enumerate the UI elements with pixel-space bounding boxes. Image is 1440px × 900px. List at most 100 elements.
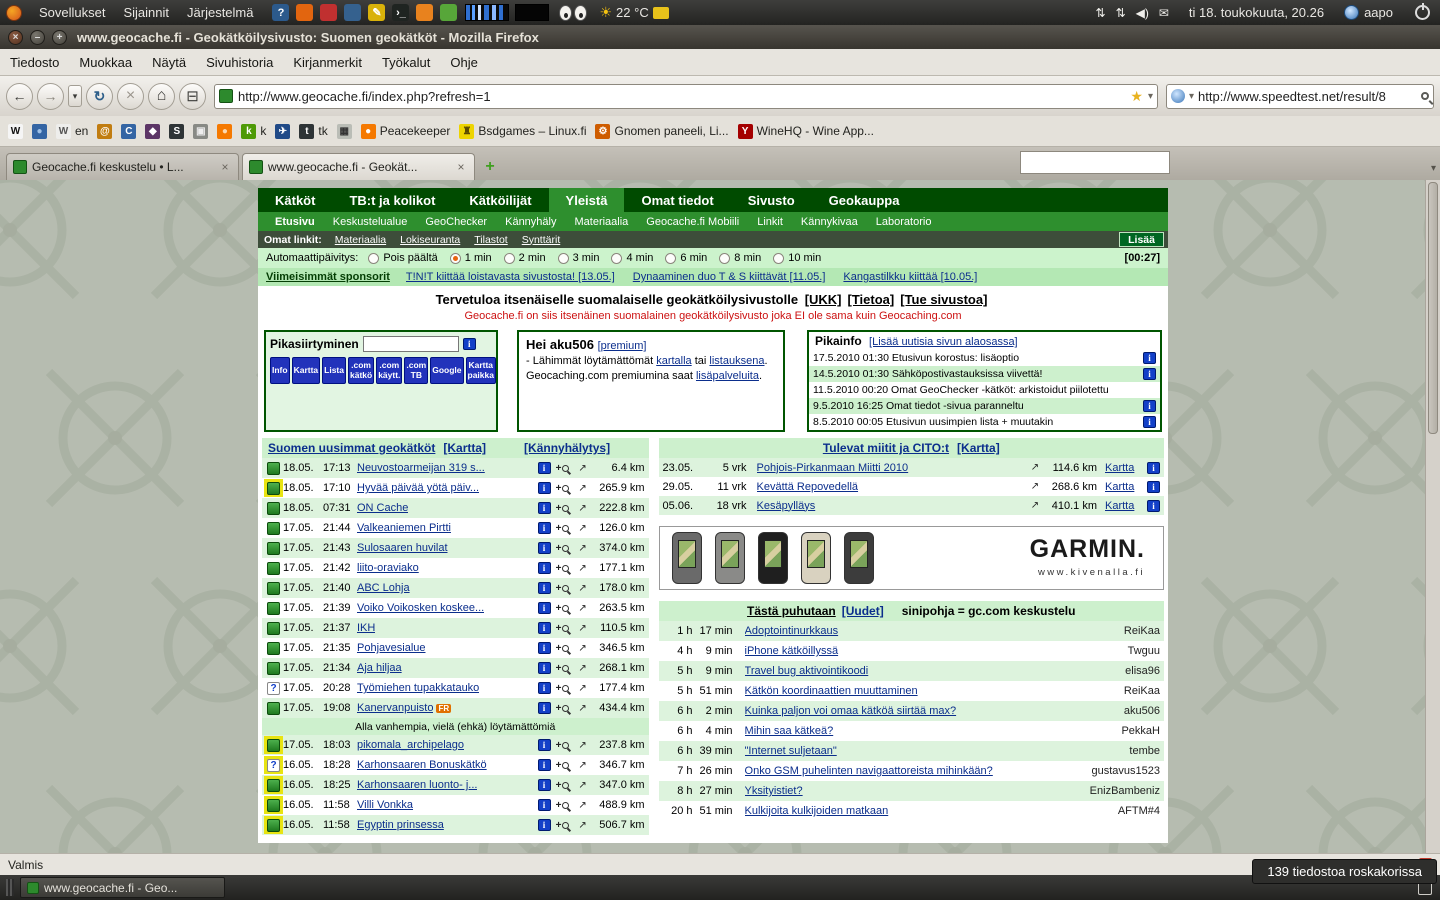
quickjump-button[interactable]: Info bbox=[270, 357, 290, 384]
forward-button[interactable] bbox=[37, 83, 64, 110]
newest-caches-map-link[interactable]: [Kartta] bbox=[443, 441, 486, 455]
page-top-input[interactable] bbox=[1020, 151, 1170, 174]
weather-applet[interactable]: ☀ 22 °C bbox=[599, 4, 668, 21]
search-bar[interactable]: ▾ bbox=[1166, 84, 1434, 109]
forum-title[interactable]: Tästä puhutaan bbox=[747, 604, 836, 618]
search-engine-icon[interactable] bbox=[1171, 89, 1185, 103]
history-dropdown[interactable]: ▾ bbox=[68, 85, 82, 107]
cache-name-link[interactable]: ABC Lohja bbox=[357, 582, 410, 594]
sub-nav-item[interactable]: Kännykivaa bbox=[792, 216, 867, 228]
autoupdate-radio[interactable]: 3 min bbox=[558, 252, 600, 264]
menu-item[interactable]: Muokkaa bbox=[69, 49, 142, 75]
sub-nav-item[interactable]: Keskustelualue bbox=[324, 216, 417, 228]
search-input[interactable] bbox=[1198, 89, 1417, 104]
more-news-link[interactable]: [Lisää uutisia sivun alaosassa] bbox=[869, 336, 1018, 348]
url-dropdown-icon[interactable]: ▾ bbox=[1148, 91, 1153, 102]
quickjump-button[interactable]: .com TB bbox=[404, 357, 428, 384]
sub-nav-item[interactable]: Laboratorio bbox=[867, 216, 941, 228]
forum-topic-link[interactable]: "Internet suljetaan" bbox=[745, 745, 837, 757]
reload-button[interactable] bbox=[86, 83, 113, 110]
vertical-scrollbar[interactable] bbox=[1425, 180, 1440, 853]
home-button[interactable] bbox=[148, 83, 175, 110]
cache-name-link[interactable]: pikomala_archipelago bbox=[357, 739, 464, 751]
map-link[interactable]: kartalla bbox=[656, 355, 691, 367]
cache-name-link[interactable]: Hyvää päivää yötä päiv... bbox=[357, 482, 479, 494]
launcher-icon[interactable] bbox=[440, 4, 457, 21]
bookmark-item[interactable]: Y WineHQ - Wine App... bbox=[738, 124, 874, 139]
task-window-button[interactable]: www.geocache.fi - Geo... bbox=[20, 877, 225, 898]
watch-add-icon[interactable] bbox=[551, 463, 575, 474]
sub-nav-item[interactable]: Materiaalia bbox=[565, 216, 637, 228]
radio-icon[interactable] bbox=[611, 253, 622, 264]
radio-icon[interactable] bbox=[719, 253, 730, 264]
cache-info-button[interactable] bbox=[538, 662, 551, 674]
watch-add-icon[interactable] bbox=[551, 503, 575, 514]
autoupdate-radio[interactable]: 2 min bbox=[504, 252, 546, 264]
cache-info-button[interactable] bbox=[538, 779, 551, 791]
forum-topic-link[interactable]: Adoptointinurkkaus bbox=[745, 625, 839, 637]
ubuntu-logo-icon[interactable] bbox=[6, 5, 22, 21]
autoupdate-radio[interactable]: 8 min bbox=[719, 252, 761, 264]
cache-name-link[interactable]: Aja hiljaa bbox=[357, 662, 402, 674]
watch-add-icon[interactable] bbox=[551, 523, 575, 534]
sub-nav-item[interactable]: Geocache.fi Mobiili bbox=[637, 216, 748, 228]
launcher-icon[interactable]: ›_ bbox=[392, 4, 409, 21]
forum-topic-link[interactable]: Yksityistiet? bbox=[745, 785, 803, 797]
forum-topic-link[interactable]: Kuinka paljon voi omaa kätköä siirtää ma… bbox=[745, 705, 957, 717]
minimize-window-button[interactable]: – bbox=[30, 30, 45, 45]
bookmark-item[interactable]: @ bbox=[97, 124, 112, 139]
bookmark-item[interactable]: ● bbox=[217, 124, 232, 139]
cache-name-link[interactable]: Työmiehen tupakkatauko bbox=[357, 682, 479, 694]
cache-name-link[interactable]: Pohjavesialue bbox=[357, 642, 426, 654]
forum-topic-link[interactable]: Kätkön koordinaattien muuttaminen bbox=[745, 685, 918, 697]
bookmark-item[interactable]: C bbox=[121, 124, 136, 139]
cache-name-link[interactable]: liito-oraviako bbox=[357, 562, 419, 574]
bookmark-item[interactable]: ● bbox=[32, 124, 47, 139]
menu-item[interactable]: Näytä bbox=[142, 49, 196, 75]
sponsor-link[interactable]: Dynaaminen duo T & S kiittävät [11.05.] bbox=[633, 271, 826, 283]
url-input[interactable] bbox=[238, 89, 1125, 104]
newest-caches-title-link[interactable]: Suomen uusimmat geokätköt bbox=[268, 441, 435, 455]
bookmark-item[interactable]: ● Peacekeeper bbox=[361, 124, 451, 139]
radio-icon[interactable] bbox=[665, 253, 676, 264]
meets-map-link[interactable]: [Kartta] bbox=[957, 441, 1000, 455]
welcome-link[interactable]: [Tue sivustoa] bbox=[900, 292, 987, 307]
sub-nav-item[interactable]: Linkit bbox=[748, 216, 792, 228]
bookmark-item[interactable]: ♜ Bsdgames – Linux.fi bbox=[459, 124, 586, 139]
scrollbar-thumb[interactable] bbox=[1428, 182, 1438, 434]
cache-name-link[interactable]: Valkeaniemen Pirtti bbox=[357, 522, 451, 534]
autoupdate-radio[interactable]: 6 min bbox=[665, 252, 707, 264]
watch-add-icon[interactable] bbox=[551, 760, 575, 771]
print-button[interactable] bbox=[179, 83, 206, 110]
main-nav-item[interactable]: Geokauppa bbox=[812, 188, 917, 212]
forum-topic-link[interactable]: Mihin saa kätkeä? bbox=[745, 725, 834, 737]
own-link[interactable]: Synttärit bbox=[515, 234, 568, 246]
cache-name-link[interactable]: Kanervanpuisto bbox=[357, 702, 433, 714]
cache-info-button[interactable] bbox=[538, 562, 551, 574]
forum-topic-link[interactable]: Travel bug aktivointikoodi bbox=[745, 665, 869, 677]
cache-info-button[interactable] bbox=[538, 622, 551, 634]
bookmark-item[interactable]: W en bbox=[56, 124, 88, 139]
cache-name-link[interactable]: Sulosaaren huvilat bbox=[357, 542, 448, 554]
quickjump-info-button[interactable] bbox=[463, 338, 476, 350]
bookmark-item[interactable]: ⚙ Gnomen paneeli, Li... bbox=[595, 124, 728, 139]
tray-icon[interactable]: ✉ bbox=[1159, 6, 1169, 20]
main-nav-item[interactable]: Yleistä bbox=[549, 188, 625, 212]
watch-add-icon[interactable] bbox=[551, 683, 575, 694]
welcome-link[interactable]: [Tietoa] bbox=[848, 292, 895, 307]
launcher-icon[interactable] bbox=[416, 4, 433, 21]
main-nav-item[interactable]: Kätköilijät bbox=[452, 188, 548, 212]
forum-new-link[interactable]: [Uudet] bbox=[842, 604, 884, 618]
close-window-button[interactable]: × bbox=[8, 30, 23, 45]
forum-topic-link[interactable]: Kulkijoita kulkijoiden matkaan bbox=[745, 805, 889, 817]
news-info-button[interactable] bbox=[1143, 416, 1156, 428]
autoupdate-radio[interactable]: 4 min bbox=[611, 252, 653, 264]
news-info-button[interactable] bbox=[1143, 400, 1156, 412]
panel-menu[interactable]: Järjestelmä bbox=[178, 0, 262, 25]
cache-info-button[interactable] bbox=[538, 502, 551, 514]
cache-info-button[interactable] bbox=[538, 642, 551, 654]
radio-icon[interactable] bbox=[450, 253, 461, 264]
cache-info-button[interactable] bbox=[538, 739, 551, 751]
welcome-link[interactable]: [UKK] bbox=[805, 292, 842, 307]
watch-add-icon[interactable] bbox=[551, 780, 575, 791]
